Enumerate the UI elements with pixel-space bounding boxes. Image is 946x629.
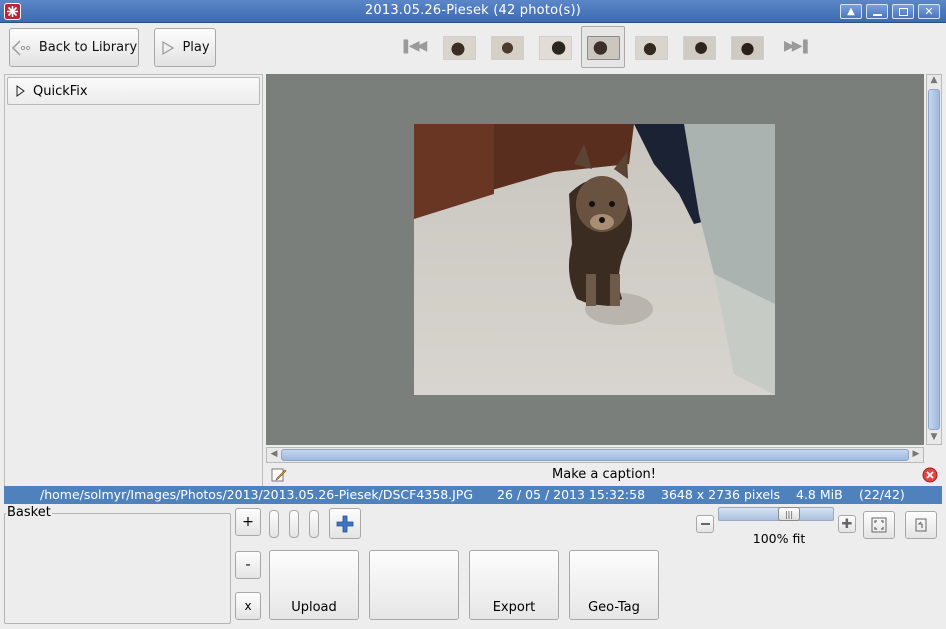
caption-text[interactable]: Make a caption! bbox=[266, 467, 942, 482]
first-photo-button[interactable]: ❚◀◀ bbox=[400, 38, 427, 54]
window-titlebar[interactable]: 2013.05.26-Piesek (42 photo(s)) ▲ ✕ bbox=[0, 0, 946, 23]
close-button[interactable]: ✕ bbox=[918, 4, 940, 19]
file-size: 4.8 MiB bbox=[796, 487, 843, 502]
photo-viewer[interactable] bbox=[266, 74, 924, 445]
blank-action-button[interactable] bbox=[369, 550, 459, 620]
zoom-in-icon: ✚ bbox=[841, 516, 853, 532]
zoom-out-button[interactable] bbox=[696, 515, 714, 533]
clear-caption-icon[interactable] bbox=[922, 467, 938, 483]
quickfix-label: QuickFix bbox=[33, 83, 88, 99]
thumbnail-1[interactable] bbox=[443, 36, 476, 60]
back-to-library-button[interactable]: Back to Library bbox=[9, 28, 139, 67]
play-icon bbox=[162, 40, 175, 55]
scroll-up-icon[interactable]: ▲ bbox=[929, 75, 939, 87]
thumbnail-5[interactable] bbox=[635, 36, 668, 60]
zoom-slider[interactable]: ||| bbox=[718, 507, 834, 521]
photo-position: (22/42) bbox=[859, 487, 905, 502]
upload-label: Upload bbox=[291, 600, 337, 615]
vertical-scrollbar[interactable]: ▲ ▼ bbox=[926, 74, 942, 445]
thumbnail-2[interactable] bbox=[491, 36, 524, 60]
basket-clear-label: x bbox=[244, 599, 252, 613]
zoom-out-icon bbox=[700, 523, 710, 525]
zoom-in-button[interactable]: ✚ bbox=[838, 515, 856, 533]
scroll-right-icon[interactable]: ▶ bbox=[910, 449, 922, 461]
maximize-button[interactable] bbox=[892, 4, 914, 19]
photo-dimensions: 3648 x 2736 pixels bbox=[661, 487, 781, 502]
basket-slot-button-1[interactable] bbox=[269, 510, 279, 538]
basket-label: Basket bbox=[6, 505, 52, 520]
window-title: 2013.05.26-Piesek (42 photo(s)) bbox=[364, 3, 582, 18]
thumbnail-7[interactable] bbox=[731, 36, 764, 60]
caption-row: Make a caption! bbox=[266, 464, 942, 486]
play-button[interactable]: Play bbox=[154, 28, 216, 67]
vertical-scroll-thumb[interactable] bbox=[928, 89, 940, 430]
thumbnail-3[interactable] bbox=[539, 36, 572, 60]
keep-above-button[interactable]: ▲ bbox=[840, 4, 862, 19]
skip-last-icon: ▶▶❚ bbox=[784, 38, 811, 54]
skip-first-icon: ❚◀◀ bbox=[400, 38, 427, 54]
minimize-icon bbox=[872, 13, 882, 16]
export-label: Export bbox=[492, 600, 536, 615]
basket-remove-label: - bbox=[245, 557, 251, 573]
horizontal-scroll-thumb[interactable] bbox=[281, 449, 909, 461]
basket-slot-button-2[interactable] bbox=[289, 510, 299, 538]
photo-image bbox=[414, 124, 775, 395]
basket-add-label: + bbox=[242, 514, 254, 530]
back-to-library-label: Back to Library bbox=[38, 40, 138, 55]
blue-plus-icon bbox=[336, 515, 354, 532]
up-icon: ▲ bbox=[847, 5, 855, 17]
add-to-basket-button[interactable] bbox=[329, 508, 361, 539]
scroll-left-icon[interactable]: ◀ bbox=[268, 449, 280, 461]
minimize-button[interactable] bbox=[866, 4, 888, 19]
close-icon: ✕ bbox=[924, 5, 934, 18]
rotate-icon bbox=[915, 518, 927, 532]
basket-clear-button[interactable]: x bbox=[235, 592, 261, 620]
photo-datetime: 26 / 05 / 2013 15:32:58 bbox=[497, 487, 646, 502]
back-arrow-icon bbox=[11, 39, 30, 56]
play-label: Play bbox=[182, 40, 210, 55]
rotate-button[interactable] bbox=[905, 511, 937, 539]
file-path: /home/solmyr/Images/Photos/2013/2013.05.… bbox=[40, 487, 474, 502]
geotag-button[interactable]: Geo-Tag bbox=[569, 550, 659, 620]
upload-button[interactable]: Upload bbox=[269, 550, 359, 620]
zoom-level-label: 100% fit bbox=[752, 531, 806, 546]
zoom-slider-handle[interactable]: ||| bbox=[778, 507, 800, 521]
geotag-label: Geo-Tag bbox=[588, 600, 640, 615]
expand-triangle-icon bbox=[16, 85, 25, 97]
export-button[interactable]: Export bbox=[469, 550, 559, 620]
quickfix-expander[interactable]: QuickFix bbox=[7, 77, 260, 105]
horizontal-scrollbar[interactable]: ◀ ▶ bbox=[266, 447, 924, 463]
last-photo-button[interactable]: ▶▶❚ bbox=[784, 38, 811, 54]
scroll-down-icon[interactable]: ▼ bbox=[929, 432, 939, 444]
basket-remove-button[interactable]: - bbox=[235, 551, 261, 579]
fit-to-window-button[interactable] bbox=[863, 511, 895, 539]
thumbnail-4[interactable] bbox=[587, 36, 620, 60]
thumbnail-6[interactable] bbox=[683, 36, 716, 60]
toolbar: Back to Library Play ❚◀◀ ▶▶❚ bbox=[0, 23, 946, 73]
basket-slot-button-3[interactable] bbox=[309, 510, 319, 538]
maximize-icon bbox=[898, 7, 908, 16]
basket-add-button[interactable]: + bbox=[235, 508, 261, 536]
status-bar: /home/solmyr/Images/Photos/2013/2013.05.… bbox=[4, 486, 942, 504]
fit-screen-icon bbox=[871, 517, 887, 533]
tools-panel: QuickFix bbox=[4, 74, 263, 487]
basket-area[interactable] bbox=[4, 513, 231, 624]
